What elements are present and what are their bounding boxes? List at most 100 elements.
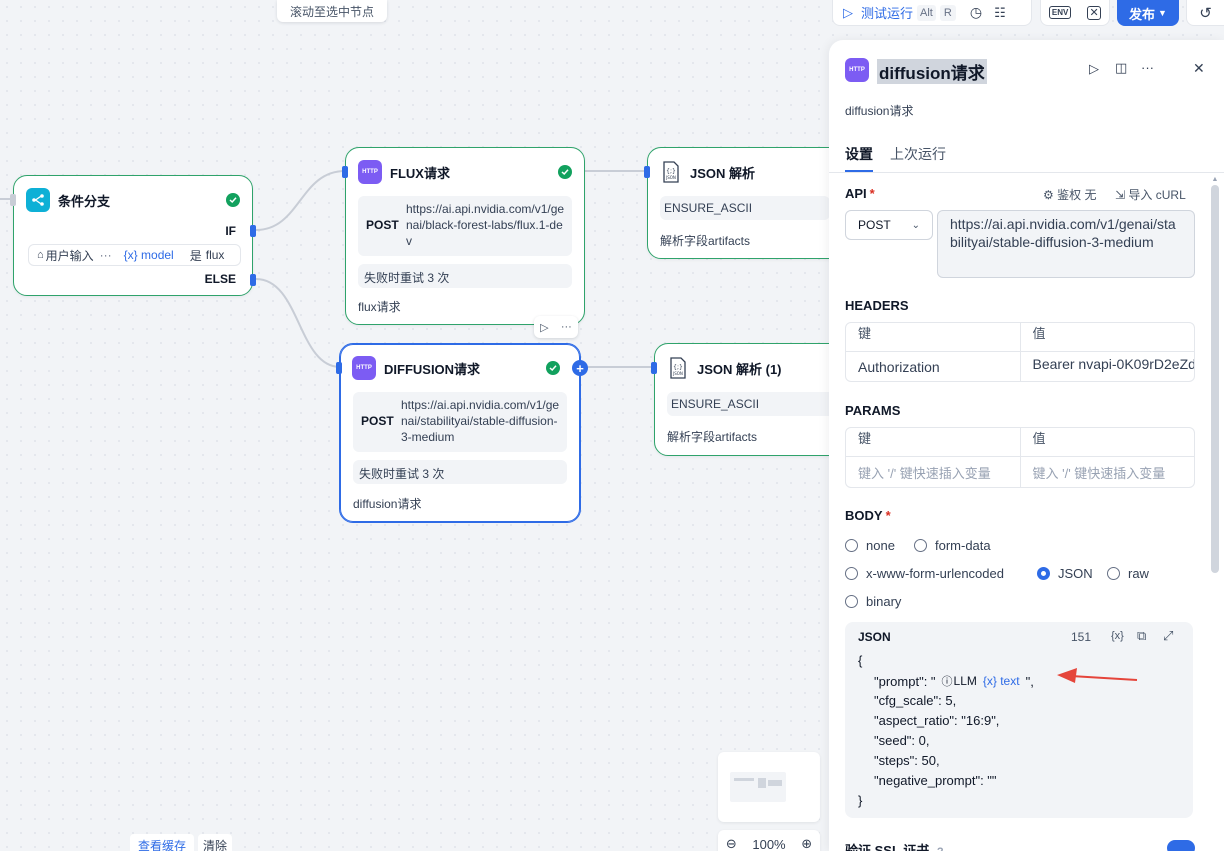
minimap[interactable]: [718, 752, 820, 822]
param-key-input[interactable]: 键入 '/' 键快速插入变量: [846, 457, 1020, 487]
auth-button[interactable]: ⚙ 鉴权 无: [1043, 186, 1096, 203]
body-type-none[interactable]: none: [845, 538, 895, 553]
param-value-input[interactable]: 键入 '/' 键快速插入变量: [1019, 457, 1195, 487]
close-icon[interactable]: ✕: [1193, 60, 1205, 77]
field-box: ENSURE_ASCII: [660, 196, 830, 220]
body-type-form-data[interactable]: form-data: [914, 538, 991, 553]
node-description: flux请求: [358, 300, 401, 314]
json-body-editor[interactable]: JSON 151 {x} ⧉ ⤢ { "prompt": " ⓘ LLM {x}…: [845, 622, 1193, 818]
svg-text:{;}: {;}: [673, 364, 683, 371]
node-description: diffusion请求: [353, 497, 422, 511]
body-type-raw[interactable]: raw: [1107, 566, 1149, 581]
chevron-down-icon: ⌄: [911, 219, 920, 231]
expand-icon[interactable]: ⤢: [1163, 628, 1173, 644]
chevron-down-icon: ▼: [1158, 8, 1167, 18]
http-method: POST: [366, 218, 399, 232]
node-title: FLUX请求: [390, 165, 450, 181]
headers-table: 键 值 Authorization Bearer nvapi-0K09rD2eZ…: [845, 322, 1195, 382]
run-node-icon[interactable]: ▷: [540, 321, 548, 334]
panel-title[interactable]: diffusion请求: [877, 59, 987, 84]
more-icon[interactable]: ···: [1141, 60, 1154, 75]
code-line: "seed": 0,: [874, 733, 930, 748]
history-button[interactable]: ↺: [1186, 0, 1224, 26]
body-type-urlencoded[interactable]: x-www-form-urlencoded: [845, 566, 1004, 581]
publish-button[interactable]: 发布 ▼: [1117, 0, 1179, 26]
retry-text: 失败时重试 3 次: [359, 467, 445, 481]
key-header: 键: [858, 431, 872, 446]
input-handle[interactable]: [651, 362, 657, 374]
variable-chip[interactable]: ⓘ LLM {x} text: [942, 673, 1020, 689]
code-line: "steps": 50,: [874, 753, 940, 768]
body-type-json[interactable]: JSON: [1037, 566, 1093, 581]
zoom-out-icon[interactable]: ⊖: [726, 836, 737, 851]
shortcut-r: R: [939, 4, 956, 21]
home-icon: ⌂: [37, 249, 44, 261]
field-box: ENSURE_ASCII: [667, 392, 837, 416]
node-title: JSON 解析 (1): [697, 361, 782, 377]
radio-button: [914, 539, 927, 552]
input-handle[interactable]: [10, 194, 16, 206]
radio-button-selected: [1037, 567, 1050, 580]
checklist-icon[interactable]: ☷: [994, 5, 1006, 21]
node-title: 条件分支: [58, 193, 111, 209]
cond-more: ···: [99, 248, 112, 262]
zoom-bar: ⊖ 100% ⊕: [718, 830, 820, 851]
input-handle[interactable]: [644, 166, 650, 178]
more-icon[interactable]: ···: [561, 321, 572, 333]
node-header: 条件分支: [26, 188, 240, 212]
input-handle[interactable]: [336, 362, 342, 374]
view-cache-button[interactable]: 查看缓存: [130, 834, 194, 851]
cond-value: flux: [205, 248, 225, 262]
close-box-icon[interactable]: ✕: [1087, 5, 1102, 20]
body-type-binary[interactable]: binary: [845, 594, 901, 609]
key-header: 键: [858, 326, 872, 341]
clear-button[interactable]: 清除: [198, 834, 232, 851]
env-icon[interactable]: ENV: [1048, 6, 1072, 19]
params-label: PARAMS: [845, 403, 901, 418]
import-icon: ⇲: [1115, 188, 1126, 202]
json-file-icon: {;} JSON: [660, 160, 682, 184]
if-output-handle[interactable]: [250, 225, 256, 237]
diffusion-request-node[interactable]: HTTP DIFFUSION请求 POST https://ai.api.nvi…: [336, 343, 588, 523]
zoom-in-icon[interactable]: ⊕: [801, 836, 812, 851]
panel-description[interactable]: diffusion请求: [845, 102, 913, 119]
panel-scrollbar[interactable]: ▲: [1210, 176, 1220, 851]
tab-settings[interactable]: 设置: [845, 144, 873, 164]
scroll-to-selected-button[interactable]: 滚动至选中节点: [277, 0, 387, 22]
tab-last-run[interactable]: 上次运行: [890, 144, 946, 164]
input-handle[interactable]: [342, 166, 348, 178]
url-input[interactable]: https://ai.api.nvidia.com/v1/genai/stabi…: [937, 210, 1195, 278]
json-parse-node-1[interactable]: {;} JSON JSON 解析 (1) ENSURE_ASCII 解析字段art…: [651, 343, 847, 456]
method-select[interactable]: POST ⌄: [845, 210, 933, 240]
import-curl-button[interactable]: ⇲ 导入 cURL: [1115, 186, 1186, 203]
condition-row[interactable]: ⌂ 用户输入 ··· {x} model 是 flux: [28, 244, 241, 266]
http-icon: HTTP: [358, 160, 382, 184]
minimap-node: [734, 778, 754, 781]
run-node-icon[interactable]: ▷: [1089, 61, 1099, 77]
cond-operator: 是: [189, 248, 202, 263]
request-url-box: POST https://ai.api.nvidia.com/v1/genai/…: [358, 196, 572, 256]
split-view-icon[interactable]: ◫: [1115, 60, 1127, 76]
scroll-thumb[interactable]: [1211, 185, 1219, 573]
history-check-icon[interactable]: ◷: [970, 4, 982, 21]
header-value-input[interactable]: Bearer nvapi-0K09rD2eZdUItbfFnV: [1019, 352, 1194, 381]
cond-variable: {x} model: [123, 248, 174, 262]
ssl-verify-toggle[interactable]: [1167, 840, 1195, 851]
add-node-button[interactable]: +: [572, 360, 588, 376]
flux-request-node[interactable]: HTTP FLUX请求 POST https://ai.api.nvidia.c…: [342, 147, 585, 325]
help-icon: ?: [937, 846, 944, 851]
success-check-icon: [558, 165, 572, 179]
test-run-button[interactable]: 测试运行: [861, 3, 913, 22]
header-key-input[interactable]: Authorization: [846, 352, 1020, 381]
else-output-handle[interactable]: [250, 274, 256, 286]
node-config-panel: HTTP diffusion请求 ▷ ◫ ··· ✕ diffusion请求 设…: [829, 40, 1224, 851]
insert-variable-icon[interactable]: {x}: [1111, 630, 1124, 642]
condition-node[interactable]: 条件分支 IF ⌂ 用户输入 ··· {x} model 是 flux ELSE: [10, 175, 256, 296]
success-check-icon: [226, 193, 240, 207]
headers-label: HEADERS: [845, 298, 909, 313]
scroll-up-icon: ▲: [1211, 176, 1219, 183]
cond-source: 用户输入: [45, 248, 94, 263]
zoom-level[interactable]: 100%: [752, 837, 785, 851]
copy-icon[interactable]: ⧉: [1137, 628, 1146, 644]
json-parse-node[interactable]: {;} JSON JSON 解析 ENSURE_ASCII 解析字段artifac…: [644, 147, 847, 259]
